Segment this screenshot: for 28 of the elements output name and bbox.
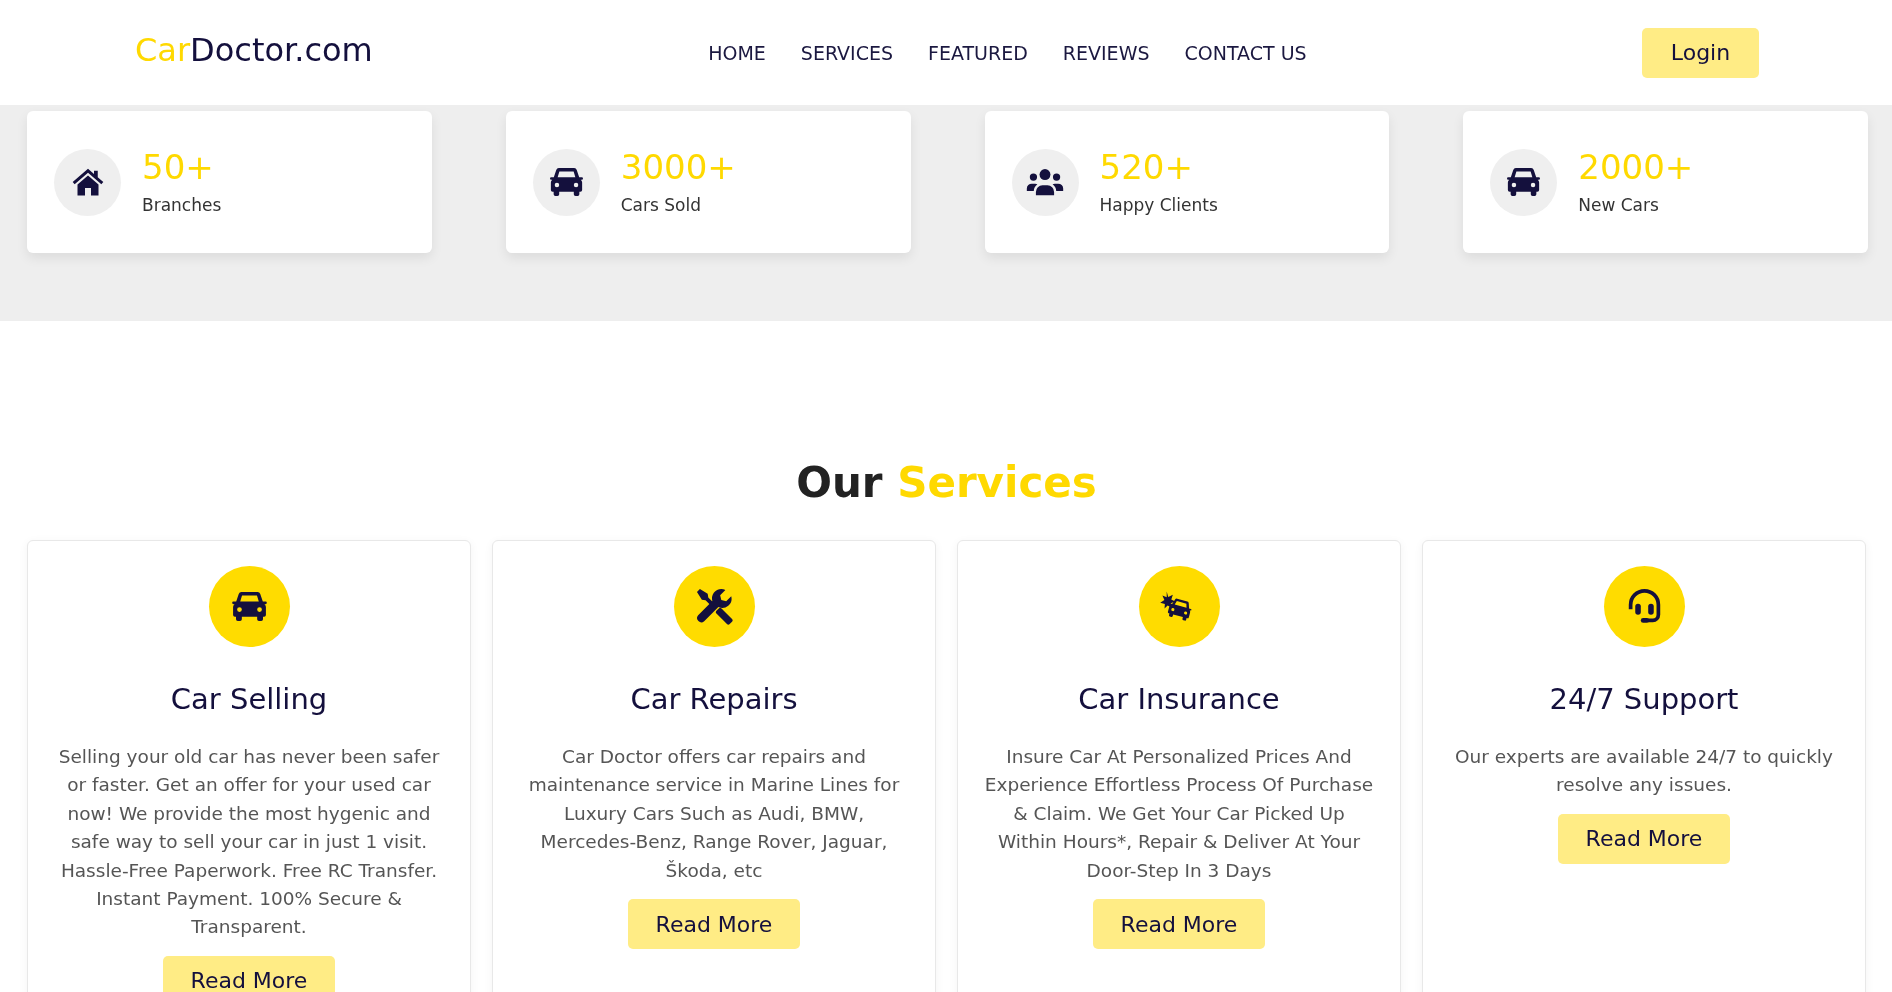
read-more-button[interactable]: Read More: [1557, 813, 1731, 864]
service-title: 24/7 Support: [1549, 681, 1739, 718]
nav-link[interactable]: HOME: [708, 41, 766, 64]
stat-value: 50+: [142, 146, 215, 188]
nav-link[interactable]: FEATURED: [928, 41, 1028, 64]
service-description: Insure Car At Personalized Prices And Experience Effortless Process Of Purchase & Claim. We Get Your Car Picked Up Within Hours*, Repair & Deliver At Your Door-Step In 3 Days: [984, 745, 1374, 883]
service-description: Selling your old car has never been safer or faster. Get an offer for your used car now! We provide the most hygenic and safe way to sell your car in just 1 visit. Hassle-Free Paperwork. Free RC Transfer. Instant Payment. 100% Secure & Transparent.: [57, 745, 441, 940]
nav-link[interactable]: SERVICES: [800, 41, 893, 64]
service-title: Car Selling: [170, 681, 328, 718]
read-more-button[interactable]: Read More: [627, 899, 801, 950]
read-more-button[interactable]: Read More: [1092, 899, 1266, 950]
stat-label: Branches: [142, 194, 222, 217]
service-title: Car Insurance: [1078, 681, 1280, 718]
stat-label: Cars Sold: [620, 194, 702, 217]
stat-value: 520+: [1099, 146, 1194, 188]
service-description: Car Doctor offers car repairs and maintenance service in Marine Lines for Luxury Cars Such as Audi, BMW, Mercedes-Benz, Range Rover, Jaguar, Škoda, etc: [527, 745, 901, 883]
nav-link[interactable]: CONTACT US: [1184, 41, 1307, 64]
stat-label: New Cars: [1578, 194, 1660, 217]
stat-value: 3000+: [620, 146, 736, 188]
section-title: Our Services: [795, 457, 1098, 509]
stat-value: 2000+: [1578, 146, 1694, 188]
login-button[interactable]: Login: [1642, 27, 1759, 78]
service-title: Car Repairs: [630, 681, 798, 718]
read-more-button[interactable]: Read More: [162, 955, 336, 992]
logo: CarDoctor.com: [135, 30, 373, 69]
nav-link[interactable]: REVIEWS: [1062, 41, 1150, 64]
service-description: Our experts are available 24/7 to quickly resolve any issues.: [1454, 745, 1834, 798]
stat-label: Happy Clients: [1099, 194, 1218, 217]
